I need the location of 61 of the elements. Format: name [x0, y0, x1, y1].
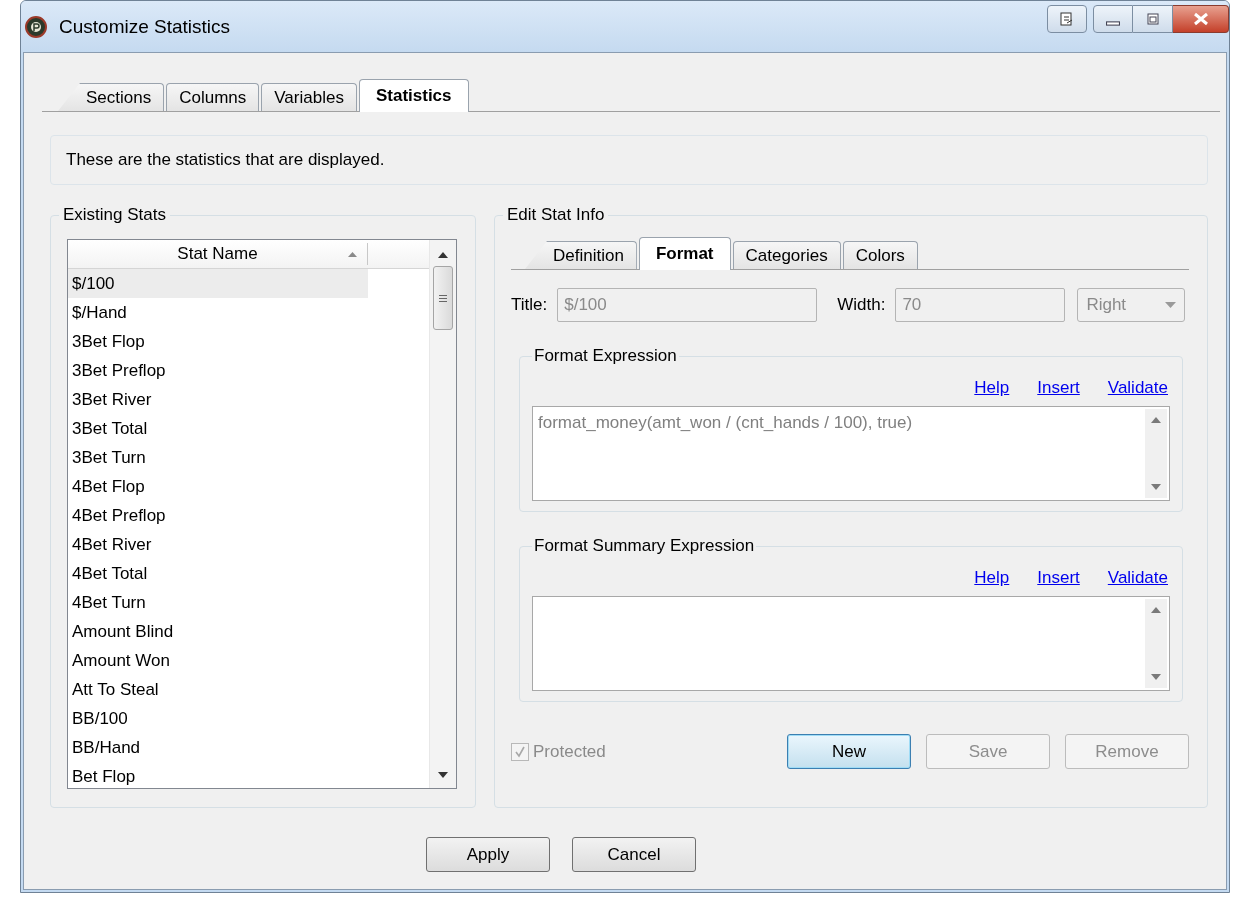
tab[interactable]: Columns [166, 83, 260, 111]
expression-field[interactable]: format_money(amt_won / (cnt_hands / 100), true) [532, 406, 1170, 501]
dialog-button[interactable]: Apply [426, 837, 550, 872]
restore-button[interactable] [1047, 5, 1087, 33]
dialog-button[interactable]: Cancel [572, 837, 696, 872]
list-item[interactable]: 3Bet Flop [68, 327, 368, 356]
list-item[interactable]: $/100 [68, 269, 368, 298]
list-item[interactable]: 3Bet Turn [68, 443, 368, 472]
link[interactable]: Validate [1107, 568, 1168, 588]
list-item[interactable]: 4Bet River [68, 530, 368, 559]
link[interactable]: Help [974, 378, 1010, 398]
list-item[interactable]: Amount Blind [68, 617, 368, 646]
expression-field[interactable] [532, 596, 1170, 691]
scroll-thumb[interactable] [433, 266, 453, 330]
list-item[interactable]: BB/Hand [68, 733, 368, 762]
list-item[interactable]: Att To Steal [68, 675, 368, 704]
list-item[interactable]: Bet Flop [68, 762, 368, 788]
action-button[interactable]: New [787, 734, 911, 769]
app-icon [25, 15, 47, 38]
stats-list[interactable]: Stat Name $/100 $/Hand 3Bet Flop 3Bet Preflop 3Bet River 3Bet Total 3Bet Turn 4Bet Flop 4Bet Preflop 4Bet River 4Bet Total 4Bet Turn Amount Blind Amount Won Att To Steal BB/100 BB/Hand Bet Flop [67, 239, 457, 789]
field-label: Width: [837, 295, 886, 315]
list-item[interactable]: $/Hand [68, 298, 368, 327]
description-text: These are the statistics that are displayed. [66, 150, 385, 170]
tab[interactable]: Format [638, 237, 731, 270]
group-title: Existing Stats [62, 205, 167, 225]
scrollbar[interactable] [429, 240, 456, 788]
link[interactable]: Validate [1107, 378, 1168, 398]
field-label: Title: [511, 295, 548, 315]
tab[interactable]: Colors [842, 241, 918, 269]
list-item[interactable]: BB/100 [68, 704, 368, 733]
group-title: Format Summary Expression [533, 536, 756, 556]
link[interactable]: Insert [1037, 568, 1080, 588]
document-icon [1059, 11, 1075, 27]
scroll-down-icon[interactable] [438, 772, 448, 778]
close-button[interactable] [1173, 5, 1229, 33]
tab[interactable]: Sections [58, 83, 165, 111]
window-title: Customize Statistics [59, 15, 232, 38]
list-item[interactable]: 4Bet Total [68, 559, 368, 588]
list-item[interactable]: 3Bet Preflop [68, 356, 368, 385]
group-title: Edit Stat Info [506, 205, 606, 225]
sort-icon [348, 252, 357, 257]
scroll-up-icon[interactable] [438, 252, 448, 258]
minimize-icon [1106, 20, 1120, 26]
tab[interactable]: Statistics [358, 79, 469, 112]
tab[interactable]: Definition [525, 241, 637, 269]
list-item[interactable]: 3Bet River [68, 385, 368, 414]
link[interactable]: Help [974, 568, 1010, 588]
checkmark-icon [514, 745, 526, 758]
group-title: Format Expression [533, 346, 678, 366]
list-item[interactable]: 4Bet Preflop [68, 501, 368, 530]
list-item[interactable]: 4Bet Flop [68, 472, 368, 501]
list-item[interactable]: 3Bet Total [68, 414, 368, 443]
minimize-button[interactable] [1093, 5, 1133, 33]
list-item[interactable]: Amount Won [68, 646, 368, 675]
maximize-icon [1144, 11, 1161, 27]
tab[interactable]: Variables [261, 83, 357, 111]
maximize-button[interactable] [1133, 5, 1173, 33]
list-item[interactable]: 4Bet Turn [68, 588, 368, 617]
tab[interactable]: Categories [732, 241, 841, 269]
close-icon [1191, 12, 1210, 26]
link[interactable]: Insert [1037, 378, 1080, 398]
